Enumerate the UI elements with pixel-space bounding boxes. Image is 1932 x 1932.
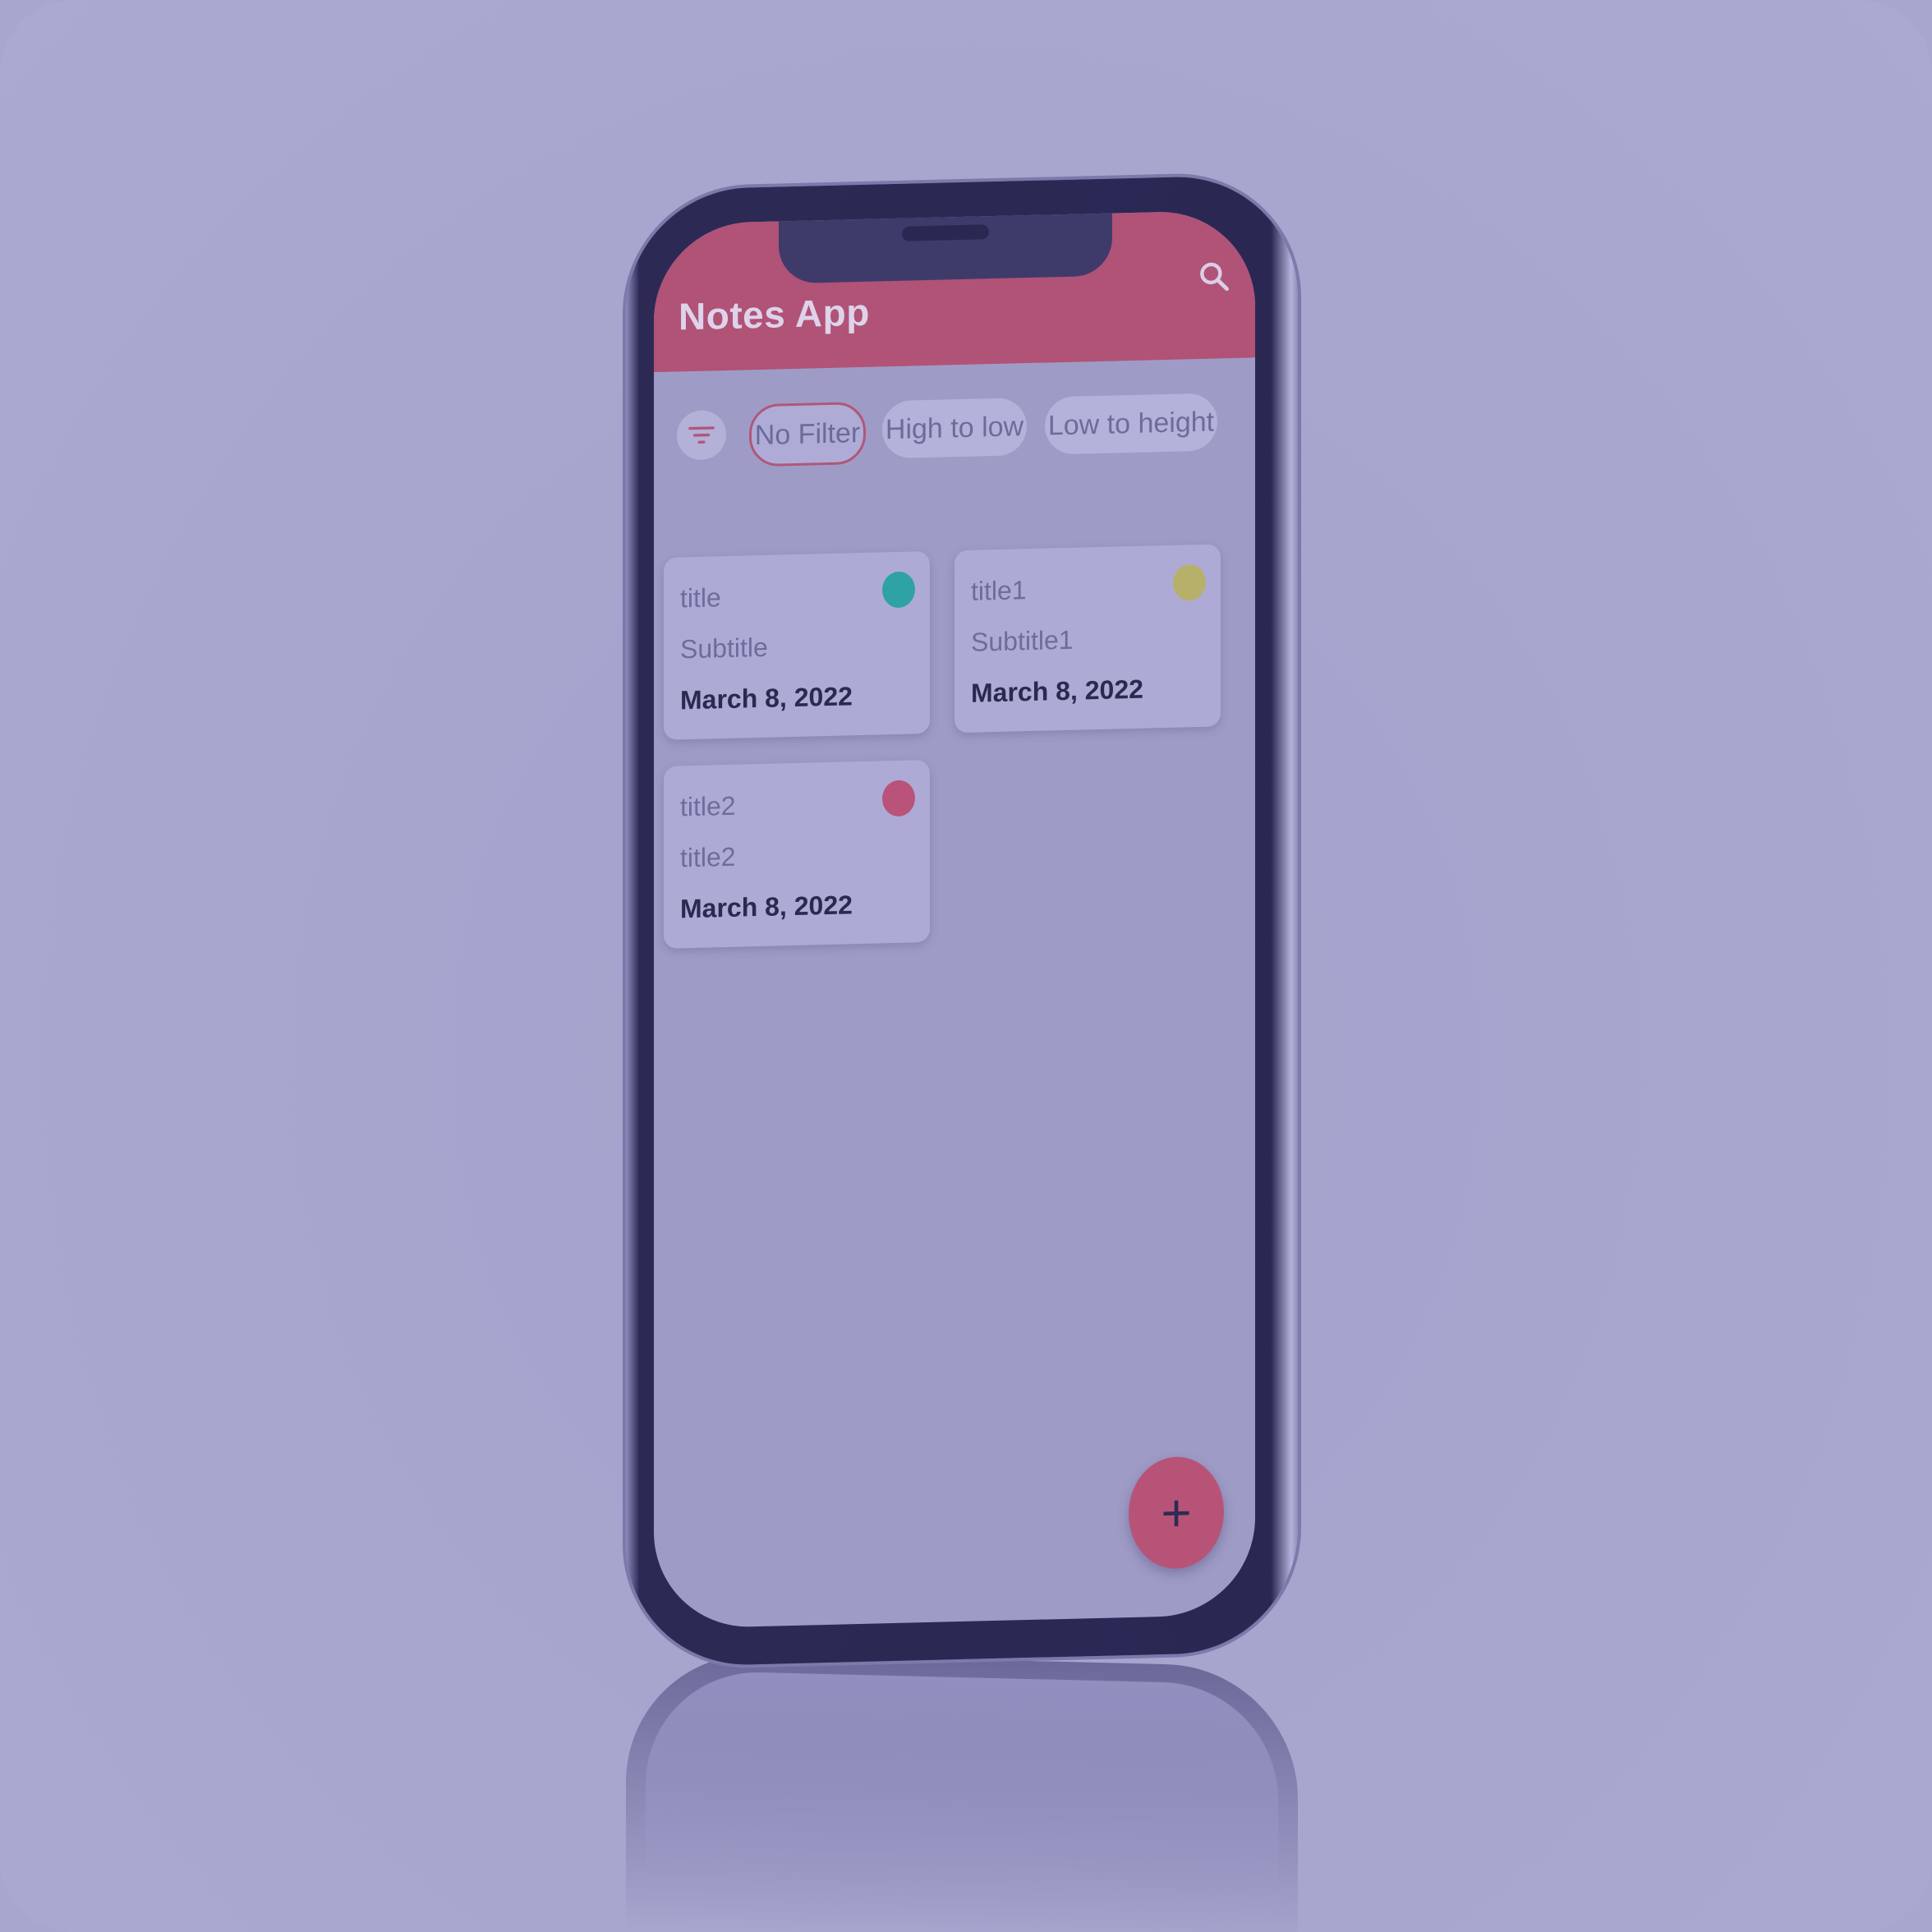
- note-date: March 8, 2022: [680, 681, 853, 715]
- note-title: title2: [680, 790, 736, 822]
- note-color-dot: [882, 571, 915, 609]
- speaker-grille: [902, 224, 989, 242]
- page-title: Notes App: [678, 290, 870, 338]
- note-subtitle: title2: [680, 841, 736, 873]
- chip-no-filter[interactable]: No Filter: [749, 401, 866, 467]
- phone-reflection: [626, 1651, 1298, 1932]
- filter-icon: [688, 426, 715, 444]
- note-title: title: [680, 582, 721, 614]
- note-card[interactable]: title1 Subtitle1 March 8, 2022: [954, 544, 1221, 734]
- app-bar: Notes App: [654, 209, 1255, 373]
- chip-low-to-high[interactable]: Low to height: [1045, 393, 1217, 455]
- note-card[interactable]: title2 title2 March 8, 2022: [664, 759, 930, 949]
- chip-high-to-low[interactable]: High to low: [882, 398, 1027, 459]
- add-note-button[interactable]: +: [1129, 1456, 1224, 1571]
- note-date: March 8, 2022: [971, 674, 1143, 708]
- search-button[interactable]: [1191, 253, 1237, 300]
- note-subtitle: Subtitle: [680, 632, 768, 665]
- filter-button[interactable]: [677, 410, 726, 461]
- note-color-dot: [1173, 564, 1206, 601]
- note-title: title1: [971, 575, 1027, 606]
- filter-bar: No Filter High to low Low to height: [677, 386, 1247, 474]
- note-date: March 8, 2022: [680, 890, 853, 924]
- note-color-dot: [882, 780, 915, 817]
- note-card[interactable]: title Subtitle March 8, 2022: [664, 550, 930, 740]
- phone-mockup: Notes App No Filter High to low Low to h…: [626, 174, 1298, 1668]
- note-subtitle: Subtitle1: [971, 624, 1074, 657]
- search-icon: [1200, 262, 1229, 292]
- phone-reflection-screen: [646, 1669, 1278, 1932]
- plus-icon: +: [1161, 1483, 1192, 1543]
- scene-background: Notes App No Filter High to low Low to h…: [0, 0, 1932, 1932]
- phone-notch: [779, 209, 1112, 284]
- phone-screen: Notes App No Filter High to low Low to h…: [654, 209, 1255, 1630]
